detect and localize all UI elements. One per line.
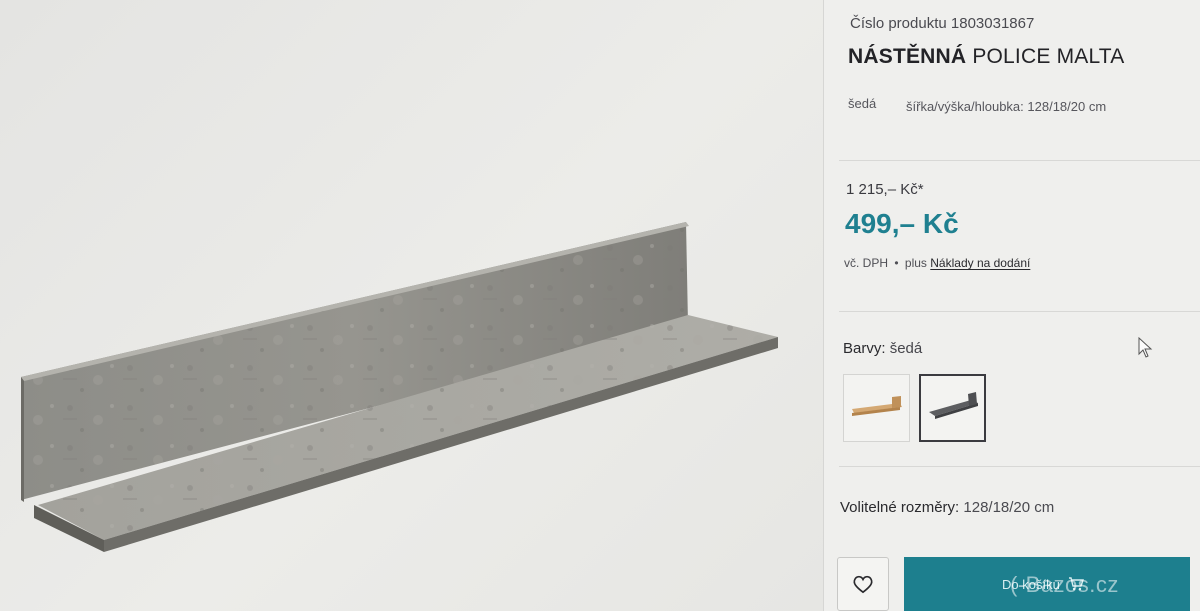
optional-dimensions-value: 128/18/20 cm [963, 499, 1055, 516]
optional-dimensions-label: Volitelné rozměry: [840, 499, 960, 516]
vat-label: vč. DPH [844, 256, 889, 270]
watermark-text: (-Bazos.cz [1010, 572, 1119, 597]
oak-shelf-thumbnail [852, 396, 902, 416]
color-swatch-oak[interactable] [843, 374, 910, 442]
vat-info: vč. DPH • plus Náklady na dodání [844, 256, 1030, 270]
product-image[interactable] [0, 0, 823, 611]
product-title-bold: NÁSTĚNNÁ [848, 45, 967, 68]
separator-dot: • [894, 256, 899, 270]
shelf-illustration [21, 222, 778, 552]
product-dimensions: šířka/výška/hloubka: 128/18/20 cm [906, 99, 1107, 114]
shipping-cost-link[interactable]: Náklady na dodání [930, 256, 1030, 270]
plus-label: plus [904, 256, 927, 270]
colors-label: Barvy: šedá [843, 340, 922, 357]
product-number: Číslo produktu 1803031867 [850, 15, 1035, 32]
wishlist-button[interactable] [837, 557, 889, 611]
color-swatch-grey[interactable] [919, 374, 986, 442]
divider [839, 311, 1200, 312]
mouse-pointer-icon [1138, 337, 1153, 358]
product-color: šedá [848, 96, 877, 111]
colors-label-text: Barvy: [843, 340, 886, 357]
sale-price: 499,– Kč [845, 208, 959, 239]
product-info-panel [824, 0, 1200, 611]
divider [839, 160, 1200, 161]
colors-selected-value: šedá [889, 340, 923, 357]
optional-dimensions: Volitelné rozměry: 128/18/20 cm [840, 499, 1054, 516]
product-title-rest: POLICE MALTA [966, 45, 1125, 68]
product-title: NÁSTĚNNÁ POLICE MALTA [848, 45, 1124, 69]
heart-icon [853, 575, 873, 594]
old-price: 1 215,– Kč* [846, 181, 924, 198]
divider [839, 466, 1200, 467]
grey-shelf-thumbnail [929, 392, 978, 419]
